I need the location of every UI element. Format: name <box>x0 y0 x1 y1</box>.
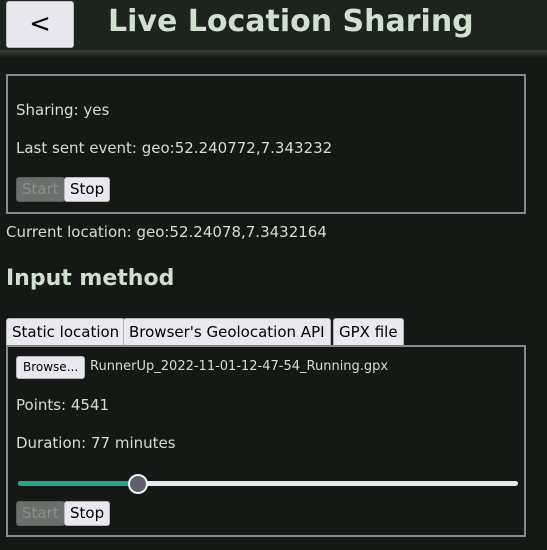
current-location: Current location: geo:52.24078,7.3432164 <box>6 223 327 241</box>
gpx-duration: Duration: 77 minutes <box>16 434 176 452</box>
back-chevron-icon: < <box>29 8 51 39</box>
tab-gpx-file[interactable]: GPX file <box>333 318 404 345</box>
gpx-start-button[interactable]: Start <box>16 501 65 526</box>
app-header: < Live Location Sharing <box>0 0 547 50</box>
playback-slider[interactable] <box>18 473 518 494</box>
last-sent-event: Last sent event: geo:52.240772,7.343232 <box>16 139 333 157</box>
sharing-stop-button[interactable]: Stop <box>64 177 111 202</box>
header-shadow <box>0 50 547 58</box>
sharing-status: Sharing: yes <box>16 101 110 119</box>
slider-fill <box>18 481 138 486</box>
tab-static-location[interactable]: Static location <box>6 318 126 345</box>
tab-browser-geolocation[interactable]: Browser's Geolocation API <box>123 318 331 345</box>
back-button[interactable]: < <box>6 1 74 48</box>
input-method-heading: Input method <box>6 266 175 291</box>
sharing-start-button[interactable]: Start <box>16 177 65 202</box>
gpx-stop-button[interactable]: Stop <box>64 501 111 526</box>
browse-button[interactable]: Browse... <box>16 356 86 379</box>
page-title: Live Location Sharing <box>108 4 474 39</box>
slider-thumb[interactable] <box>128 474 148 494</box>
gpx-points: Points: 4541 <box>16 396 110 414</box>
selected-filename: RunnerUp_2022-11-01-12-47-54_Running.gpx <box>90 359 389 374</box>
